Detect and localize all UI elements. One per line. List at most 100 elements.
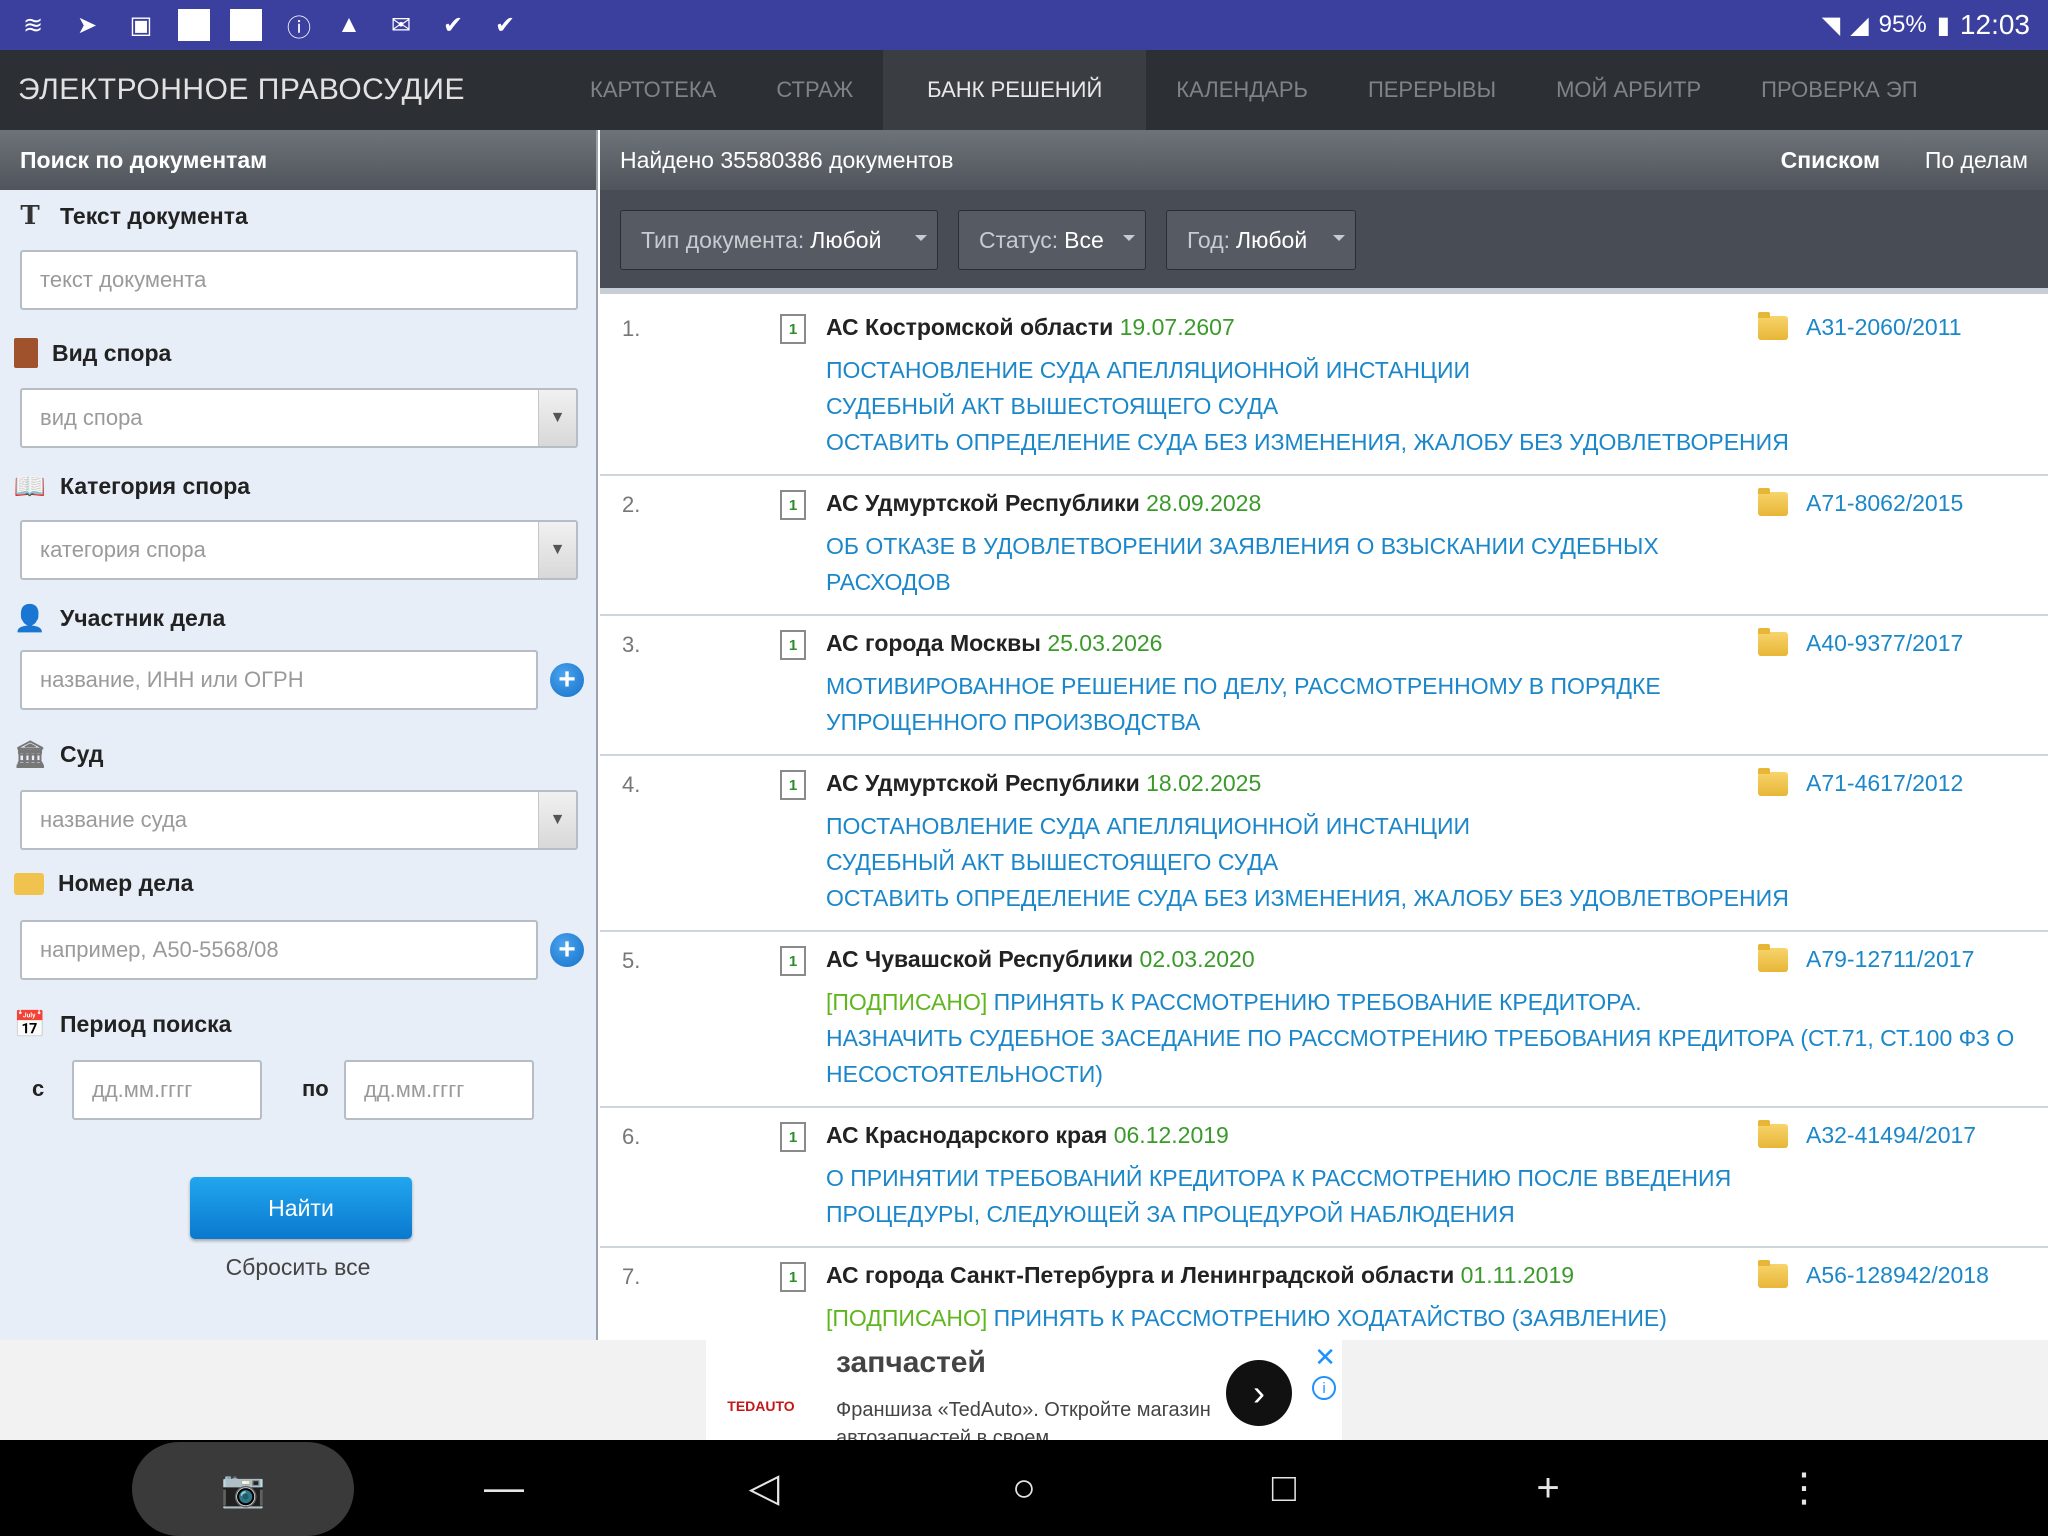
view-list-tab[interactable]: Списком xyxy=(1781,130,1880,190)
recents-button[interactable]: □ xyxy=(1244,1458,1324,1518)
status-filter[interactable]: Статус: Все xyxy=(958,210,1146,270)
dispute-type-select[interactable]: вид спора ▼ xyxy=(20,388,578,448)
nav-breaks[interactable]: ПЕРЕРЫВЫ xyxy=(1338,50,1526,130)
document-title-link[interactable]: [ПОДПИСАНО] ПРИНЯТЬ К РАССМОТРЕНИЮ ТРЕБО… xyxy=(826,984,2036,1092)
close-icon[interactable]: ✕ xyxy=(1314,1342,1336,1373)
dispute-type-label: Вид спора xyxy=(14,338,171,368)
result-court: АС города Москвы 25.03.2026 xyxy=(826,630,1163,656)
chevron-down-icon: ▼ xyxy=(538,792,576,848)
case-number-link[interactable]: А40-9377/2017 xyxy=(1806,630,1963,657)
document-title-link[interactable]: ПОСТАНОВЛЕНИЕ СУДА АПЕЛЛЯЦИОННОЙ ИНСТАНЦ… xyxy=(826,352,2036,460)
caret-down-icon xyxy=(1123,235,1135,241)
nav-strazh[interactable]: СТРАЖ xyxy=(746,50,883,130)
filter-bar: Тип документа: Любой Статус: Все Год: Любой xyxy=(600,190,2048,294)
result-row: 2. 1 АС Удмуртской Республики 28.09.2028… xyxy=(600,476,2048,616)
result-number: 5. xyxy=(622,948,641,973)
ad-logo: TEDAUTO xyxy=(727,1398,795,1414)
case-number-input[interactable]: например, А50-5568/08 xyxy=(20,920,538,980)
nav-my-arbitr[interactable]: МОЙ АРБИТР xyxy=(1526,50,1731,130)
home-button[interactable]: ○ xyxy=(984,1458,1064,1518)
period-from-input[interactable]: дд.мм.гггг xyxy=(72,1060,262,1120)
result-number: 6. xyxy=(622,1124,641,1149)
add-case-number-button[interactable]: + xyxy=(550,933,584,967)
nav-check-ep[interactable]: ПРОВЕРКА ЭП xyxy=(1731,50,1947,130)
document-icon[interactable]: 1 xyxy=(780,770,806,800)
period-from-label: с xyxy=(32,1076,45,1101)
document-icon[interactable]: 1 xyxy=(780,314,806,344)
battery-percent: 95% xyxy=(1878,11,1927,38)
info-icon: ⓘ xyxy=(287,14,311,42)
document-icon[interactable]: 1 xyxy=(780,946,806,976)
blank-square-icon xyxy=(178,9,210,41)
result-court: АС Чувашской Республики 02.03.2020 xyxy=(826,946,1255,972)
document-icon[interactable]: 1 xyxy=(780,1122,806,1152)
result-court: АС Удмуртской Республики 28.09.2028 xyxy=(826,490,1262,516)
case-number-link[interactable]: А32-41494/2017 xyxy=(1806,1122,1976,1149)
result-number: 7. xyxy=(622,1264,641,1289)
nav-calendar[interactable]: КАЛЕНДАРЬ xyxy=(1146,50,1338,130)
plus-button[interactable]: + xyxy=(1508,1458,1588,1518)
document-icon[interactable]: 1 xyxy=(780,630,806,660)
view-by-cases-tab[interactable]: По делам xyxy=(1925,130,2028,190)
folder-icon xyxy=(1758,944,1788,972)
doc-text-label: T Текст документа xyxy=(14,200,247,232)
result-date: 19.07.2607 xyxy=(1119,314,1235,340)
add-participant-button[interactable]: + xyxy=(550,663,584,697)
folder-icon xyxy=(1758,628,1788,656)
blank-square-icon xyxy=(230,9,262,41)
case-number-link[interactable]: А79-12711/2017 xyxy=(1806,946,1974,973)
back-button[interactable]: ◁ xyxy=(724,1458,804,1518)
case-number-link[interactable]: А71-4617/2012 xyxy=(1806,770,1963,797)
folder-icon xyxy=(14,872,44,895)
result-number: 4. xyxy=(622,772,641,797)
camera-icon: 📷 xyxy=(220,1468,266,1509)
participant-input[interactable]: название, ИНН или ОГРН xyxy=(20,650,538,710)
brand-logo[interactable]: ЭЛЕКТРОННОЕ ПРАВОСУДИЕ xyxy=(18,50,465,130)
minus-button[interactable]: — xyxy=(464,1458,544,1518)
ad-title: запчастей xyxy=(836,1346,986,1379)
find-button[interactable]: Найти xyxy=(190,1177,412,1239)
screenshot-button[interactable]: 📷 xyxy=(132,1442,354,1536)
case-number-link[interactable]: А31-2060/2011 xyxy=(1806,314,1962,341)
doc-text-input[interactable]: текст документа xyxy=(20,250,578,310)
document-icon[interactable]: 1 xyxy=(780,1262,806,1292)
case-number-link[interactable]: А56-128942/2018 xyxy=(1806,1262,1989,1289)
chevron-down-icon: ▼ xyxy=(538,522,576,578)
text-icon: T xyxy=(20,201,40,231)
document-title-link[interactable]: ОБ ОТКАЗЕ В УДОВЛЕТВОРЕНИИ ЗАЯВЛЕНИЯ О В… xyxy=(826,528,2036,600)
ad-banner[interactable]: TEDAUTO запчастей Франшиза «TedAuto». От… xyxy=(706,1340,1342,1440)
year-filter[interactable]: Год: Любой xyxy=(1166,210,1356,270)
case-number-link[interactable]: А71-8062/2015 xyxy=(1806,490,1963,517)
period-label: 📅 Период поиска xyxy=(13,1008,232,1039)
clock: 12:03 xyxy=(1959,9,2030,40)
reset-all-link[interactable]: Сбросить все xyxy=(0,1254,596,1281)
document-title-link[interactable]: ПОСТАНОВЛЕНИЕ СУДА АПЕЛЛЯЦИОННОЙ ИНСТАНЦ… xyxy=(826,808,2036,916)
result-date: 01.11.2019 xyxy=(1460,1262,1575,1288)
document-title-link[interactable]: О ПРИНЯТИИ ТРЕБОВАНИЙ КРЕДИТОРА К РАССМО… xyxy=(826,1160,2036,1232)
document-title-link[interactable]: [ПОДПИСАНО] ПРИНЯТЬ К РАССМОТРЕНИЮ ХОДАТ… xyxy=(826,1300,2036,1336)
court-label: 🏛 Суд xyxy=(13,738,104,769)
signed-badge: [ПОДПИСАНО] xyxy=(826,989,988,1015)
folder-icon xyxy=(1758,1260,1788,1288)
check-icon: ✔ xyxy=(442,11,464,39)
nav-bank-resheniy[interactable]: БАНК РЕШЕНИЙ xyxy=(883,50,1147,130)
more-menu-button[interactable]: ⋮ xyxy=(1764,1458,1844,1518)
info-icon[interactable]: i xyxy=(1312,1376,1336,1400)
doc-type-filter[interactable]: Тип документа: Любой xyxy=(620,210,938,270)
folder-icon xyxy=(1758,768,1788,796)
participant-label: 👤 Участник дела xyxy=(13,602,226,633)
document-title-link[interactable]: МОТИВИРОВАННОЕ РЕШЕНИЕ ПО ДЕЛУ, РАССМОТР… xyxy=(826,668,2036,740)
ad-arrow-button[interactable]: › xyxy=(1226,1360,1292,1426)
folder-icon xyxy=(1758,1120,1788,1148)
result-row: 5. 1 АС Чувашской Республики 02.03.2020 … xyxy=(600,932,2048,1108)
status-bar: ≋ ➤ ▣ ⓘ ▲ ✉ ✔ ✔ ◥ ◢ 95% ▮ 12:03 xyxy=(0,0,2048,50)
open-book-icon: 📖 xyxy=(13,470,47,501)
nav-kartoteka[interactable]: КАРТОТЕКА xyxy=(560,50,746,130)
document-icon[interactable]: 1 xyxy=(780,490,806,520)
result-row: 1. 1 АС Костромской области 19.07.2607 А… xyxy=(600,300,2048,476)
court-select[interactable]: название суда ▼ xyxy=(20,790,578,850)
signed-badge: [ПОДПИСАНО] xyxy=(826,1305,988,1331)
book-icon xyxy=(14,338,38,368)
period-to-input[interactable]: дд.мм.гггг xyxy=(344,1060,534,1120)
dispute-category-select[interactable]: категория спора ▼ xyxy=(20,520,578,580)
